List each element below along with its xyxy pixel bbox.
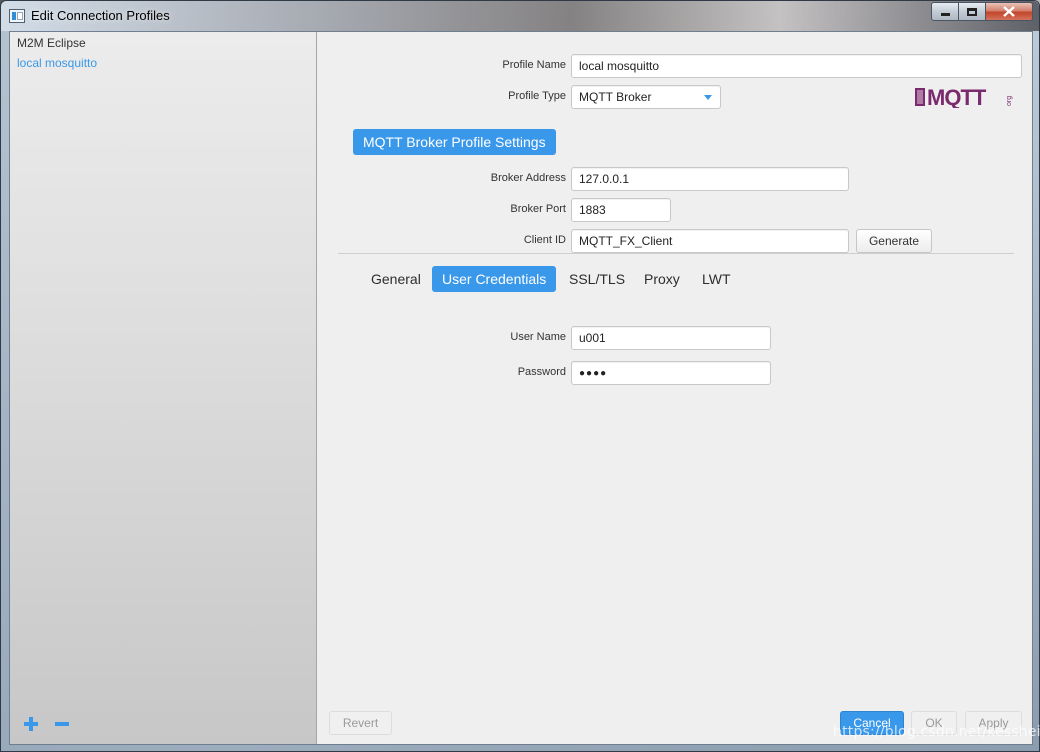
- close-button[interactable]: [986, 2, 1033, 21]
- broker-address-label: Broker Address: [490, 172, 566, 184]
- tab-proxy[interactable]: Proxy: [634, 266, 690, 292]
- dialog-content: M2M Eclipse local mosquitto Profile Name…: [9, 31, 1033, 745]
- close-icon: [1003, 6, 1015, 17]
- revert-button[interactable]: Revert: [329, 711, 392, 735]
- password-field[interactable]: ●●●●: [571, 361, 771, 385]
- profile-type-select[interactable]: MQTT Broker: [571, 85, 721, 109]
- app-icon: [9, 9, 25, 23]
- profile-type-label: Profile Type: [508, 90, 566, 102]
- watermark: https://blog.csdn.net/kesshei: [833, 724, 1040, 740]
- generate-button[interactable]: Generate: [856, 229, 932, 253]
- dropdown-arrow-icon: [704, 95, 712, 100]
- window-title: Edit Connection Profiles: [31, 8, 170, 23]
- profile-name-field[interactable]: local mosquitto: [571, 54, 1022, 78]
- mqtt-logo: MQTT org: [915, 85, 1013, 108]
- profile-name-label: Profile Name: [502, 59, 566, 71]
- broker-settings-header: MQTT Broker Profile Settings: [353, 129, 556, 155]
- title-bar[interactable]: Edit Connection Profiles: [1, 1, 1039, 31]
- maximize-icon: [967, 7, 977, 16]
- window-controls: [931, 2, 1033, 22]
- broker-port-label: Broker Port: [510, 203, 566, 215]
- tab-user-credentials[interactable]: User Credentials: [432, 266, 557, 292]
- minimize-icon: [940, 13, 950, 16]
- tab-general[interactable]: General: [361, 266, 431, 292]
- section-divider: [338, 253, 1014, 254]
- profile-list: M2M Eclipse local mosquitto: [10, 32, 317, 744]
- minus-icon: [55, 722, 69, 726]
- maximize-button[interactable]: [959, 2, 986, 21]
- client-id-field[interactable]: MQTT_FX_Client: [571, 229, 849, 253]
- window-frame: Edit Connection Profiles M2M Eclipse loc…: [0, 0, 1040, 752]
- svg-text:org: org: [1006, 96, 1013, 106]
- password-label: Password: [517, 366, 566, 378]
- svg-text:MQTT: MQTT: [927, 85, 987, 108]
- broker-port-field[interactable]: 1883: [571, 198, 671, 222]
- minimize-button[interactable]: [931, 2, 959, 21]
- profile-item-local-mosquitto[interactable]: local mosquitto: [17, 56, 97, 70]
- profile-item-m2m-eclipse[interactable]: M2M Eclipse: [17, 36, 86, 50]
- username-label: User Name: [510, 331, 566, 343]
- profile-type-value: MQTT Broker: [579, 90, 652, 104]
- tab-lwt[interactable]: LWT: [692, 266, 741, 292]
- username-field[interactable]: u001: [571, 326, 771, 350]
- plus-icon-vertical: [29, 717, 33, 731]
- broker-address-field[interactable]: 127.0.0.1: [571, 167, 849, 191]
- client-id-label: Client ID: [523, 234, 566, 246]
- tab-ssl-tls[interactable]: SSL/TLS: [559, 266, 635, 292]
- profile-editor: Profile Name local mosquitto Profile Typ…: [318, 32, 1032, 744]
